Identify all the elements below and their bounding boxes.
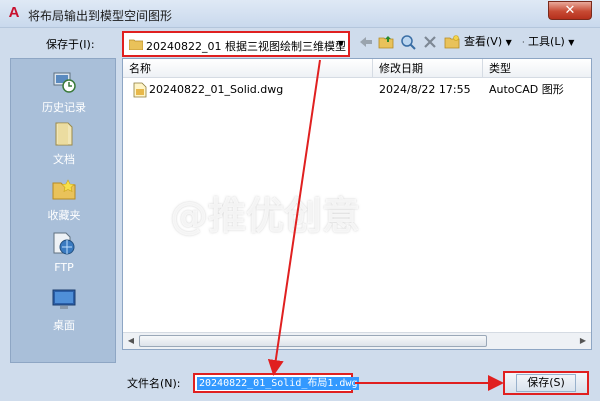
back-arrow-icon: [360, 37, 372, 47]
places-item-label: 桌面: [53, 319, 75, 332]
title-bar: A 将布局输出到模型空间图形 ✕: [0, 0, 600, 28]
column-header-name[interactable]: 名称: [123, 59, 373, 78]
up-folder-button[interactable]: [378, 33, 394, 51]
places-item-label: 历史记录: [42, 101, 86, 114]
places-item-label: 收藏夹: [47, 209, 81, 222]
desktop-icon: [52, 289, 76, 309]
save-button[interactable]: 保存(S): [503, 371, 589, 395]
tools-menu-label: 工具(L): [528, 35, 565, 48]
watermark: @推优创意: [170, 194, 361, 238]
places-item-history[interactable]: 历史记录: [11, 67, 117, 115]
places-item-ftp[interactable]: FTP: [11, 229, 117, 274]
places-item-documents[interactable]: 文档: [11, 119, 117, 167]
file-modified-cell: 2024/8/22 17:55: [379, 83, 471, 96]
autocad-logo-icon: A: [8, 4, 20, 21]
views-menu-label: 查看(V): [464, 35, 503, 48]
save-in-label: 保存于(I):: [46, 38, 95, 51]
scroll-right-icon[interactable]: ▶: [576, 335, 590, 347]
delete-button[interactable]: [422, 33, 438, 51]
up-folder-icon: [378, 36, 394, 49]
column-header-modified[interactable]: 修改日期: [373, 59, 483, 78]
column-header-type[interactable]: 类型: [483, 59, 591, 78]
file-name-cell: 20240822_01_Solid.dwg: [149, 83, 284, 96]
folder-icon: [129, 39, 143, 50]
tools-menu[interactable]: · 工具(L) ▼: [522, 33, 574, 51]
documents-icon: [55, 122, 73, 146]
places-bar: 历史记录 文档 收藏夹 FTP 桌面: [10, 58, 116, 363]
horizontal-scrollbar[interactable]: ◀ ▶: [123, 332, 591, 349]
search-web-button[interactable]: [400, 33, 416, 51]
save-button-label: 保存(S): [516, 374, 576, 392]
dialog-toolbar: 查看(V) ▼ · 工具(L) ▼: [356, 33, 596, 53]
search-web-icon: [401, 35, 416, 50]
views-menu[interactable]: 查看(V) ▼: [464, 33, 512, 51]
places-item-label: FTP: [54, 261, 74, 274]
chevron-down-icon: ▼: [505, 38, 512, 47]
delete-icon: [424, 36, 436, 48]
dwg-file-icon: [133, 82, 147, 98]
chevron-down-icon: ▼: [568, 38, 575, 47]
save-in-dropdown[interactable]: 20240822_01 根据三视图绘制三维模型 ▼: [122, 31, 350, 57]
history-icon: [53, 72, 76, 93]
places-item-label: 文档: [53, 153, 75, 166]
scrollbar-thumb[interactable]: [139, 335, 487, 347]
save-in-value: 20240822_01 根据三视图绘制三维模型: [146, 40, 346, 53]
file-name-label: 文件名(N):: [127, 377, 181, 390]
separator-dot: ·: [522, 38, 525, 47]
ftp-icon: [53, 232, 75, 255]
new-folder-button[interactable]: [444, 33, 460, 51]
back-button[interactable]: [358, 33, 374, 51]
chevron-down-icon: ▼: [337, 39, 344, 48]
favorites-icon: [52, 179, 76, 200]
file-name-value: 20240822_01_Solid_布局1.dwg: [197, 377, 360, 390]
new-folder-icon: [444, 35, 460, 49]
file-type-cell: AutoCAD 图形: [489, 83, 564, 96]
places-item-desktop[interactable]: 桌面: [11, 285, 117, 333]
window-title: 将布局输出到模型空间图形: [28, 9, 173, 23]
places-item-favorites[interactable]: 收藏夹: [11, 175, 117, 223]
file-name-input[interactable]: 20240822_01_Solid_布局1.dwg: [193, 373, 360, 393]
close-button[interactable]: ✕: [548, 1, 592, 20]
file-row[interactable]: 20240822_01_Solid.dwg 2024/8/22 17:55 Au…: [123, 81, 591, 99]
file-list-header: 名称 修改日期 类型: [123, 59, 591, 78]
scroll-left-icon[interactable]: ◀: [124, 335, 138, 347]
